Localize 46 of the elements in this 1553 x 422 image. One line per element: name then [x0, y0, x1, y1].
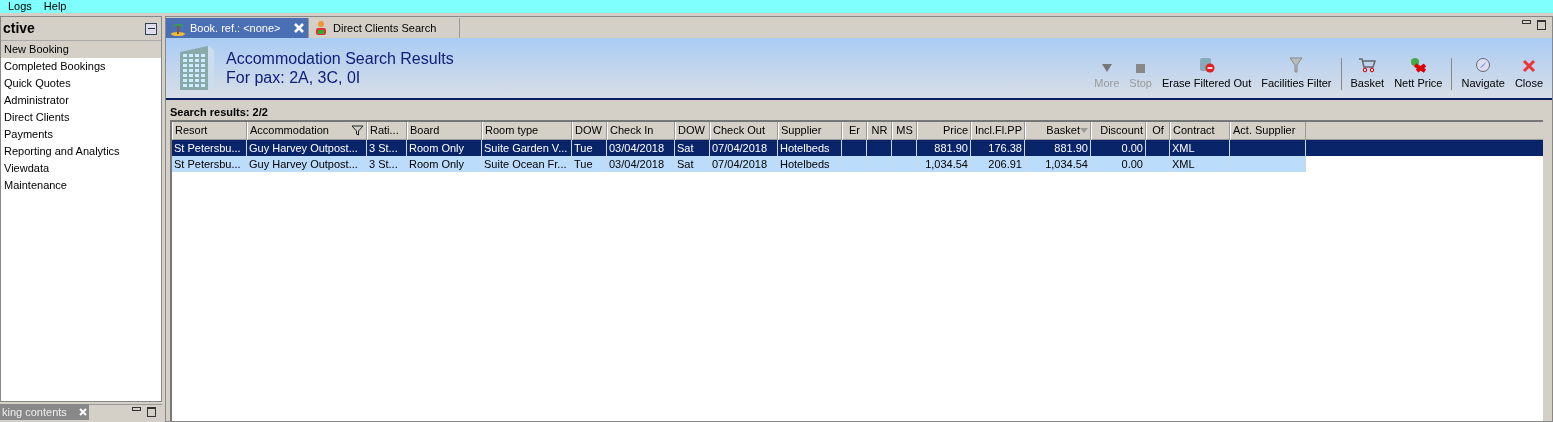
table-cell: 1,034.54: [1025, 156, 1091, 172]
table-cell: Hotelbeds: [778, 156, 842, 172]
table-cell: Sat: [675, 156, 710, 172]
table-cell: XML: [1170, 156, 1230, 172]
table-cell: 03/04/2018: [607, 156, 675, 172]
table-cell: 0.00: [1091, 156, 1146, 172]
table-cell: Tue: [572, 156, 607, 172]
caret-down-icon: [1100, 62, 1113, 73]
menu-item[interactable]: Logs: [8, 0, 32, 13]
minimize-icon[interactable]: [1522, 20, 1531, 24]
header-title: Accommodation Search Results: [226, 49, 454, 68]
close-icon: [79, 408, 87, 416]
navigate-button[interactable]: Navigate: [1456, 51, 1510, 91]
close-button[interactable]: Close: [1509, 51, 1548, 91]
nett-price-button[interactable]: Nett Price: [1389, 51, 1448, 91]
table-cell: 1,034.54: [917, 156, 971, 172]
erase-filtered-button[interactable]: Erase Filtered Out: [1156, 51, 1257, 91]
sort-down-icon: [1080, 128, 1088, 133]
close-icon: [1521, 58, 1536, 73]
table-cell: 206.91: [971, 156, 1025, 172]
stop-icon: [1136, 63, 1146, 73]
nav-item[interactable]: New Booking: [1, 41, 161, 58]
minimize-button[interactable]: [145, 22, 157, 35]
compass-icon: [1474, 56, 1493, 73]
person-icon: [313, 20, 329, 36]
table-row[interactable]: St Petersbu... Guy Harvey Outpost... 3 St... Room Only Suite Garden V... Tue 03/04/2018 Sat 07/04/2018 Hotelbeds 881.90 176.38 881.90 0.00 XML: [172, 140, 1543, 156]
basket-button[interactable]: Basket: [1345, 51, 1390, 91]
filter-icon: [351, 125, 364, 136]
table-cell: St Petersbu...: [172, 156, 247, 172]
table-cell: 3 St...: [367, 156, 407, 172]
menu-item[interactable]: Help: [43, 0, 67, 13]
close-icon[interactable]: [294, 23, 304, 33]
maximize-icon[interactable]: [147, 407, 156, 417]
table-cell: Guy Harvey Outpost...: [247, 156, 367, 172]
minimize-icon[interactable]: [132, 407, 141, 411]
editor-tab[interactable]: Book. ref.: <none>: [166, 18, 309, 38]
maximize-icon[interactable]: [1537, 20, 1546, 30]
table-cell: Room Only: [407, 156, 482, 172]
header-subtitle: For pax: 2A, 3C, 0I: [226, 68, 362, 87]
results-count: Search results: 2/2: [169, 105, 269, 120]
cart-icon: [1358, 56, 1377, 73]
table-cell: 07/04/2018: [710, 156, 778, 172]
funnel-icon: [1289, 56, 1304, 73]
panel-title: ctive: [3, 19, 35, 38]
table-cell: Suite Ocean Fr...: [482, 156, 572, 172]
facilities-filter-button[interactable]: Facilities Filter: [1256, 51, 1337, 91]
